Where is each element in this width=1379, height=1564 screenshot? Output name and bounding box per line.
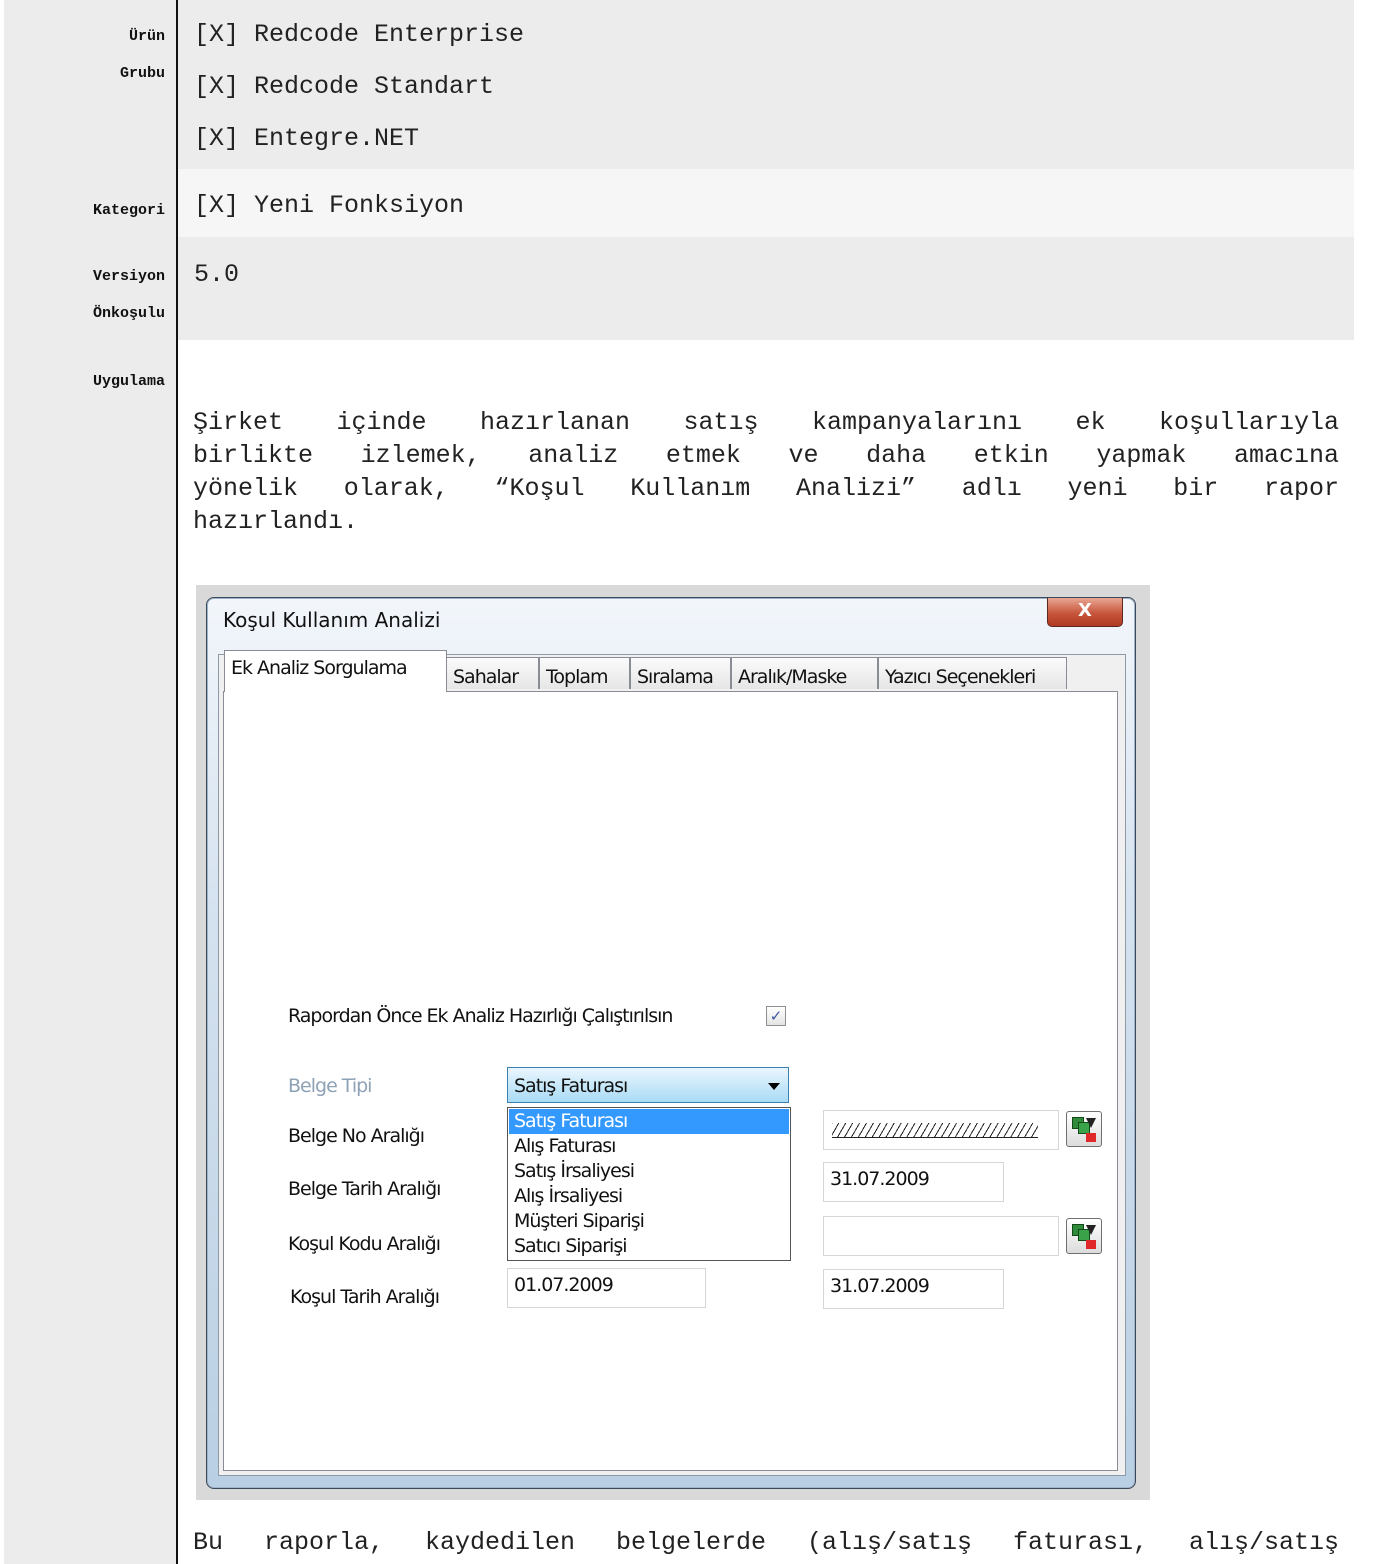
checkbox-label: Rapordan Önce Ek Analiz Hazırlığı Çalışt…	[288, 1005, 673, 1027]
paragraph-line: hazırlandı.	[193, 507, 359, 536]
belge-tipi-value: Satış Faturası	[514, 1075, 628, 1097]
belge-no-end-field[interactable]	[823, 1110, 1059, 1150]
row-band-versiyon	[178, 237, 1354, 340]
dropdown-option[interactable]: Müşteri Siparişi	[509, 1209, 789, 1234]
label-versiyon: Versiyon	[92, 268, 165, 285]
masked-value	[832, 1123, 1038, 1138]
dropdown-option[interactable]: Satıcı Siparişi	[509, 1234, 789, 1259]
dialog-client: Ek Analiz Sorgulama Sahalar Toplam Sıral…	[218, 650, 1126, 1476]
version-value: 5.0	[194, 260, 240, 289]
close-icon: X	[1078, 600, 1092, 621]
kosul-tarih-end-field[interactable]: 31.07.2009	[823, 1269, 1004, 1309]
tab-toplam[interactable]: Toplam	[539, 657, 630, 689]
paragraph-line: yönelik olarak, “Koşul Kullanım Analizi”…	[193, 474, 1339, 503]
tab-yazici-secenekleri[interactable]: Yazıcı Seçenekleri	[878, 657, 1067, 689]
product-entegre: [X] Entegre.NET	[194, 124, 420, 153]
chevron-down-icon	[768, 1083, 780, 1090]
label-urun: Ürün	[128, 28, 165, 45]
tab-siralama[interactable]: Sıralama	[630, 657, 731, 689]
ek-analiz-checkbox[interactable]: ✓	[766, 1006, 786, 1026]
close-button[interactable]: X	[1047, 598, 1123, 627]
belge-tarih-label: Belge Tarih Aralığı	[288, 1178, 441, 1200]
belge-tipi-dropdown-list: Satış Faturası Alış Faturası Satış İrsal…	[507, 1107, 791, 1261]
kosul-kodu-lookup-button[interactable]	[1066, 1218, 1102, 1254]
label-uygulama: Uygulama	[92, 373, 165, 390]
tab-sahalar[interactable]: Sahalar	[446, 657, 539, 689]
bottom-text-line: Bu raporla, kaydedilen belgelerde (alış/…	[193, 1528, 1339, 1557]
belge-tarih-end-field[interactable]: 31.07.2009	[823, 1162, 1004, 1202]
belge-tipi-select[interactable]: Satış Faturası	[507, 1067, 789, 1103]
tab-aralik-maske[interactable]: Aralık/Maske	[731, 657, 878, 689]
kosul-tarih-label: Koşul Tarih Aralığı	[290, 1286, 440, 1308]
belge-no-label: Belge No Aralığı	[288, 1125, 425, 1147]
dialog-title: Koşul Kullanım Analizi	[223, 608, 441, 632]
belge-no-lookup-button[interactable]	[1066, 1111, 1102, 1147]
tab-page: Rapordan Önce Ek Analiz Hazırlığı Çalışt…	[223, 691, 1118, 1471]
dialog-window: Koşul Kullanım Analizi X Ek Analiz Sorgu…	[206, 597, 1136, 1489]
kosul-tarih-start-field[interactable]: 01.07.2009	[507, 1268, 706, 1308]
description-paragraph: Şirket içinde hazırlanan satış kampanyal…	[193, 406, 1339, 538]
tab-ek-analiz-sorgulama[interactable]: Ek Analiz Sorgulama	[224, 650, 447, 692]
label-grubu: Grubu	[119, 65, 165, 82]
product-standart: [X] Redcode Standart	[194, 72, 495, 101]
product-enterprise: [X] Redcode Enterprise	[194, 20, 525, 49]
dropdown-option[interactable]: Satış Faturası	[509, 1109, 789, 1134]
dropdown-option[interactable]: Satış İrsaliyesi	[509, 1159, 789, 1184]
kosul-kodu-label: Koşul Kodu Aralığı	[288, 1233, 441, 1255]
label-onkosulu: Önkoşulu	[92, 305, 165, 322]
paragraph-line: birlikte izlemek, analiz etmek ve daha e…	[193, 441, 1339, 470]
dropdown-option[interactable]: Alış Faturası	[509, 1134, 789, 1159]
label-kategori: Kategori	[92, 202, 165, 219]
label-column	[4, 0, 176, 1564]
dropdown-option[interactable]: Alış İrsaliyesi	[509, 1184, 789, 1209]
kosul-kodu-end-field[interactable]	[823, 1216, 1059, 1256]
category-value: [X] Yeni Fonksiyon	[194, 191, 465, 220]
belge-tipi-label: Belge Tipi	[288, 1075, 372, 1097]
paragraph-line: Şirket içinde hazırlanan satış kampanyal…	[193, 408, 1339, 437]
